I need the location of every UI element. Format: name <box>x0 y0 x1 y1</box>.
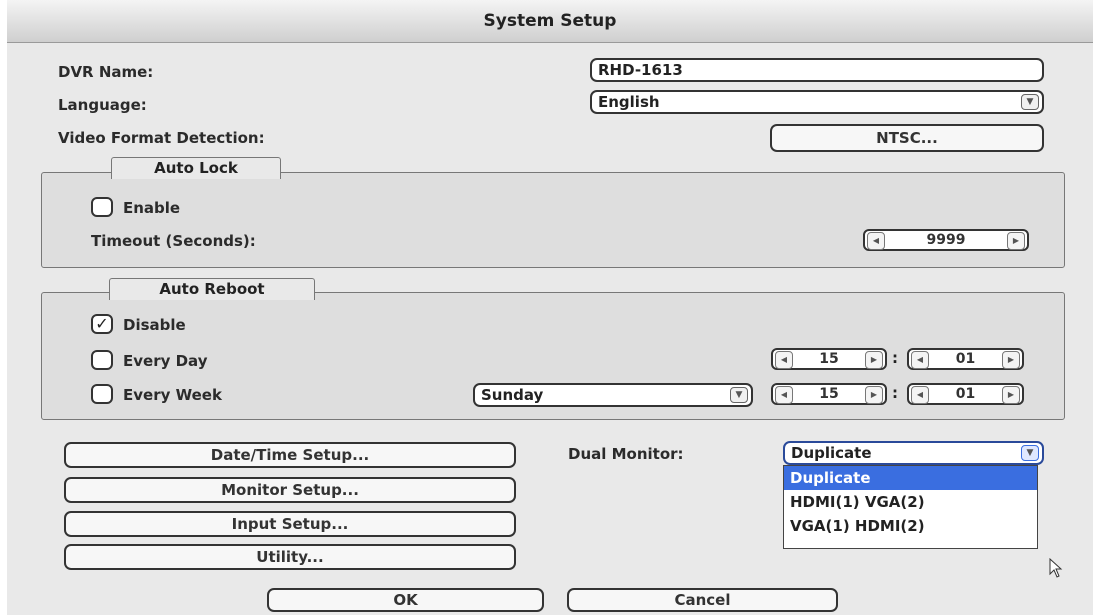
dual-monitor-option-hdmi-vga[interactable]: HDMI(1) VGA(2) <box>784 490 1037 514</box>
dual-monitor-option-vga-hdmi[interactable]: VGA(1) HDMI(2) <box>784 514 1037 538</box>
every-week-label: Every Week <box>123 386 222 404</box>
every-day-minute-spinner[interactable]: ◀ 01 ▶ <box>907 348 1024 370</box>
triangle-right-icon[interactable]: ▶ <box>865 386 883 404</box>
dual-monitor-dropdown-list: Duplicate HDMI(1) VGA(2) VGA(1) HDMI(2) <box>783 465 1038 549</box>
checkmark-icon: ✓ <box>95 314 109 333</box>
chevron-down-icon: ▼ <box>730 387 748 403</box>
video-format-button[interactable]: NTSC... <box>770 124 1044 152</box>
triangle-left-icon[interactable]: ◀ <box>911 386 929 404</box>
triangle-left-icon[interactable]: ◀ <box>911 351 929 369</box>
timeout-label: Timeout (Seconds): <box>91 232 256 250</box>
video-format-label: Video Format Detection: <box>58 129 265 147</box>
disable-label: Disable <box>123 316 186 334</box>
every-week-day-value: Sunday <box>481 386 544 404</box>
dual-monitor-label: Dual Monitor: <box>568 445 684 463</box>
utility-button[interactable]: Utility... <box>64 544 516 570</box>
every-week-hour-spinner[interactable]: ◀ 15 ▶ <box>771 383 887 405</box>
cancel-button[interactable]: Cancel <box>567 588 838 612</box>
triangle-right-icon[interactable]: ▶ <box>1002 386 1020 404</box>
chevron-down-icon: ▼ <box>1021 94 1039 110</box>
chevron-down-icon: ▼ <box>1021 445 1039 461</box>
dual-monitor-option-duplicate[interactable]: Duplicate <box>784 466 1037 490</box>
window-title: System Setup <box>7 0 1093 43</box>
input-setup-button[interactable]: Input Setup... <box>64 511 516 537</box>
triangle-right-icon[interactable]: ▶ <box>865 351 883 369</box>
timeout-value: 9999 <box>926 232 966 248</box>
dvr-name-input[interactable]: RHD-1613 <box>590 58 1044 82</box>
language-select[interactable]: English ▼ <box>590 90 1044 114</box>
triangle-right-icon[interactable]: ▶ <box>1002 351 1020 369</box>
every-week-minute-value: 01 <box>955 386 976 402</box>
every-day-hour-spinner[interactable]: ◀ 15 ▶ <box>771 348 887 370</box>
triangle-right-icon[interactable]: ▶ <box>1007 232 1025 250</box>
auto-lock-enable-checkbox[interactable] <box>91 197 113 217</box>
disable-checkbox[interactable]: ✓ <box>91 314 113 334</box>
every-week-checkbox[interactable] <box>91 384 113 404</box>
monitor-setup-button[interactable]: Monitor Setup... <box>64 477 516 503</box>
timeout-spinner[interactable]: ◀ 9999 ▶ <box>863 229 1029 251</box>
triangle-left-icon[interactable]: ◀ <box>775 351 793 369</box>
auto-lock-enable-label: Enable <box>123 199 181 217</box>
every-day-label: Every Day <box>123 352 208 370</box>
language-value: English <box>598 93 660 111</box>
every-day-checkbox[interactable] <box>91 350 113 370</box>
auto-lock-legend: Auto Lock <box>111 157 281 179</box>
every-day-hour-value: 15 <box>819 351 839 367</box>
dual-monitor-value: Duplicate <box>791 444 872 462</box>
dvr-name-label: DVR Name: <box>58 63 154 81</box>
auto-lock-group <box>41 172 1065 268</box>
every-week-day-select[interactable]: Sunday ▼ <box>473 383 753 407</box>
ok-button[interactable]: OK <box>267 588 544 612</box>
dual-monitor-select[interactable]: Duplicate ▼ <box>783 441 1044 465</box>
auto-reboot-legend: Auto Reboot <box>109 278 315 300</box>
every-day-minute-value: 01 <box>955 351 976 367</box>
time-separator: : <box>892 384 898 402</box>
every-week-minute-spinner[interactable]: ◀ 01 ▶ <box>907 383 1024 405</box>
language-label: Language: <box>58 96 147 114</box>
date-time-setup-button[interactable]: Date/Time Setup... <box>64 442 516 468</box>
every-week-hour-value: 15 <box>819 386 839 402</box>
time-separator: : <box>892 349 898 367</box>
triangle-left-icon[interactable]: ◀ <box>867 232 885 250</box>
triangle-left-icon[interactable]: ◀ <box>775 386 793 404</box>
mouse-pointer-icon <box>1049 557 1063 582</box>
system-setup-window: System Setup DVR Name: RHD-1613 Language… <box>7 0 1093 615</box>
